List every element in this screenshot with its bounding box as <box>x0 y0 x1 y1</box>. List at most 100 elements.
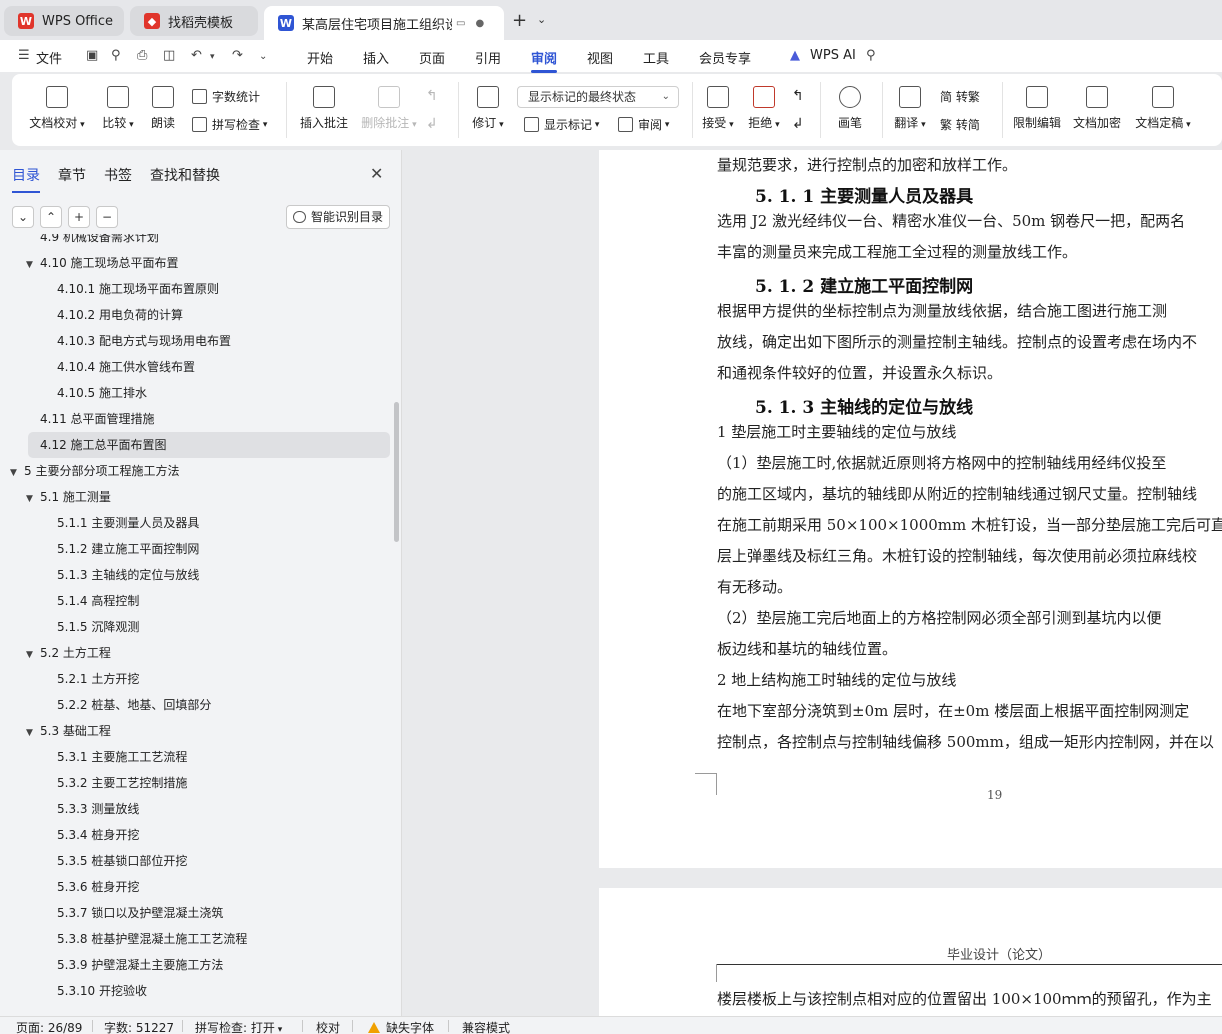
toc-item[interactable]: 5.2.1 土方开挖 <box>0 666 392 692</box>
insert-comment-button[interactable]: 插入批注 <box>298 86 350 131</box>
expand-arrow-icon[interactable]: ▼ <box>26 720 40 746</box>
toc-item[interactable]: 5.3.2 主要工艺控制措施 <box>0 770 392 796</box>
proof-indicator[interactable]: 校对 <box>316 1019 340 1034</box>
expand-arrow-icon[interactable]: ▼ <box>10 460 24 486</box>
toc-item[interactable]: ▼ 4.10 施工现场总平面布置 <box>0 250 392 276</box>
toc-item[interactable]: 5.3.1 主要施工工艺流程 <box>0 744 392 770</box>
more-chevron-icon[interactable]: ⌄ <box>259 51 267 62</box>
document-page[interactable]: 量规范要求，进行控制点的加密和放样工作。 5. 1. 1 主要测量人员及器具 选用… <box>599 150 1222 868</box>
toc-item[interactable]: 4.10.2 用电负荷的计算 <box>0 302 392 328</box>
toc-item[interactable]: 5.1.5 沉降观测 <box>0 614 392 640</box>
encrypt-button[interactable]: 文档加密 <box>1072 86 1122 131</box>
next-change-icon[interactable]: ↲ <box>792 116 804 132</box>
save-icon[interactable]: ▣ <box>86 48 98 63</box>
toc-item[interactable]: 5.3.10 开挖验收 <box>0 978 392 1004</box>
toc-item[interactable]: 5.3.8 桩基护壁混凝土施工工艺流程 <box>0 926 392 952</box>
show-markup-button[interactable]: 显示标记 ▾ <box>524 116 599 133</box>
tab-chapters[interactable]: 章节 <box>58 165 86 185</box>
doc-proof-button[interactable]: 文档校对 ▾ <box>28 86 86 131</box>
tab-toc[interactable]: 目录 <box>12 165 40 193</box>
hamburger-icon[interactable]: ☰ <box>18 48 30 63</box>
tab-bookmarks[interactable]: 书签 <box>104 165 132 185</box>
menu-insert[interactable]: 插入 <box>363 48 389 67</box>
toc-item[interactable]: 5.3.5 桩基锁口部位开挖 <box>0 848 392 874</box>
menu-page[interactable]: 页面 <box>419 48 445 67</box>
document-page[interactable]: 毕业设计（论文） 楼层楼板上与该控制点相对应的位置留出 100×100ｍｍ的预留… <box>599 888 1222 1016</box>
toc-item[interactable]: 5.1.2 建立施工平面控制网 <box>0 536 392 562</box>
to-traditional-button[interactable]: 简 转繁 <box>940 88 980 105</box>
share-icon[interactable]: ⚲ <box>111 48 121 63</box>
restrict-edit-button[interactable]: 限制编辑 <box>1012 86 1062 131</box>
menu-review[interactable]: 审阅 <box>531 48 558 73</box>
toc-item[interactable]: 4.10.4 施工供水管线布置 <box>0 354 392 380</box>
menu-tools[interactable]: 工具 <box>643 48 669 67</box>
toc-item[interactable]: 5.1.4 高程控制 <box>0 588 392 614</box>
undo-dropdown-icon[interactable]: ▾ <box>210 52 215 62</box>
toc-item[interactable]: ▼ 5 主要分部分项工程施工方法 <box>0 458 392 484</box>
toc-item[interactable]: ▼ 5.1 施工测量 <box>0 484 392 510</box>
tab-wps-office[interactable]: W WPS Office <box>4 6 124 36</box>
expand-down-button[interactable]: ⌄ <box>12 206 34 228</box>
toc-item[interactable]: 5.3.9 护壁混凝土主要施工方法 <box>0 952 392 978</box>
toc-item[interactable]: 5.2.2 桩基、地基、回填部分 <box>0 692 392 718</box>
compare-button[interactable]: 比较 ▾ <box>98 86 138 131</box>
redo-icon[interactable]: ↷ <box>232 48 243 63</box>
undo-icon[interactable]: ↶ <box>191 48 202 63</box>
toc-item[interactable]: 4.10.5 施工排水 <box>0 380 392 406</box>
toc-item[interactable]: 4.9 机械设备需求计划 <box>0 234 392 250</box>
prev-comment-icon[interactable]: ↰ <box>426 88 438 104</box>
chevron-down-icon[interactable]: ⌄ <box>537 13 546 26</box>
toc-item[interactable]: 5.1.1 主要测量人员及器具 <box>0 510 392 536</box>
tab-docer-templates[interactable]: ◆ 找稻壳模板 <box>130 6 258 36</box>
search-icon[interactable]: ⚲ <box>866 48 876 63</box>
tab-find-replace[interactable]: 查找和替换 <box>150 165 220 185</box>
pen-button[interactable]: 画笔 <box>836 86 864 131</box>
track-changes-button[interactable]: 修订 ▾ <box>470 86 506 131</box>
spell-check-button[interactable]: 拼写检查 ▾ <box>192 116 267 133</box>
translate-button[interactable]: 翻译 ▾ <box>892 86 928 131</box>
collapse-up-button[interactable]: ⌃ <box>40 206 62 228</box>
toc-item[interactable]: ▼ 5.3 基础工程 <box>0 718 392 744</box>
new-tab-button[interactable]: + <box>512 10 527 31</box>
toc-item[interactable]: 5.3.6 桩身开挖 <box>0 874 392 900</box>
menu-start[interactable]: 开始 <box>307 48 333 67</box>
menu-member[interactable]: 会员专享 <box>699 48 751 67</box>
word-count-indicator[interactable]: 字数: 51227 <box>104 1019 174 1034</box>
menu-file[interactable]: 文件 <box>36 48 62 67</box>
toc-item[interactable]: 4.10.3 配电方式与现场用电布置 <box>0 328 392 354</box>
print-preview-icon[interactable]: ◫ <box>163 48 175 63</box>
finalize-button[interactable]: 文档定稿 ▾ <box>1132 86 1194 131</box>
prev-change-icon[interactable]: ↰ <box>792 88 804 104</box>
to-simplified-button[interactable]: 繁 转简 <box>940 116 980 133</box>
add-heading-button[interactable]: + <box>68 206 90 228</box>
menu-wps-ai[interactable]: WPS AI <box>810 48 856 63</box>
word-count-button[interactable]: 字数统计 <box>192 88 260 105</box>
toc-item[interactable]: ▼ 5.2 土方工程 <box>0 640 392 666</box>
spell-check-indicator[interactable]: 拼写检查: 打开 ▾ <box>195 1019 282 1034</box>
expand-arrow-icon[interactable]: ▼ <box>26 486 40 512</box>
display-state-select[interactable]: 显示标记的最终状态 ⌄ <box>517 86 679 108</box>
toc-item[interactable]: 5.3.7 锁口以及护壁混凝土浇筑 <box>0 900 392 926</box>
delete-comment-button[interactable]: 删除批注 ▾ <box>360 86 418 131</box>
toc-item[interactable]: 5.3.3 测量放线 <box>0 796 392 822</box>
smart-toc-button[interactable]: 智能识别目录 <box>286 205 390 229</box>
page-indicator[interactable]: 页面: 26/89 <box>16 1019 82 1034</box>
tab-document[interactable]: W 某高层住宅项目施工组织设计. ▭ ● <box>264 6 504 40</box>
menu-view[interactable]: 视图 <box>587 48 613 67</box>
toc-item[interactable]: 4.11 总平面管理措施 <box>0 406 392 432</box>
toc-scrollbar[interactable] <box>394 402 399 542</box>
next-comment-icon[interactable]: ↲ <box>426 116 438 132</box>
print-icon[interactable]: ⎙ <box>137 48 147 63</box>
reject-button[interactable]: 拒绝 ▾ <box>746 86 782 131</box>
missing-font-indicator[interactable]: 缺失字体 <box>368 1019 434 1034</box>
read-aloud-button[interactable]: 朗读 <box>148 86 178 131</box>
toc-item[interactable]: 4.12 施工总平面布置图 <box>28 432 390 458</box>
accept-button[interactable]: 接受 ▾ <box>700 86 736 131</box>
menu-reference[interactable]: 引用 <box>475 48 501 67</box>
toc-item[interactable]: 5.1.3 主轴线的定位与放线 <box>0 562 392 588</box>
toc-item[interactable]: 4.10.1 施工现场平面布置原则 <box>0 276 392 302</box>
unsaved-dot-icon[interactable]: ● <box>475 18 484 29</box>
toc-item[interactable]: 5.3.4 桩身开挖 <box>0 822 392 848</box>
close-icon[interactable]: ✕ <box>370 164 383 183</box>
expand-arrow-icon[interactable]: ▼ <box>26 252 40 278</box>
